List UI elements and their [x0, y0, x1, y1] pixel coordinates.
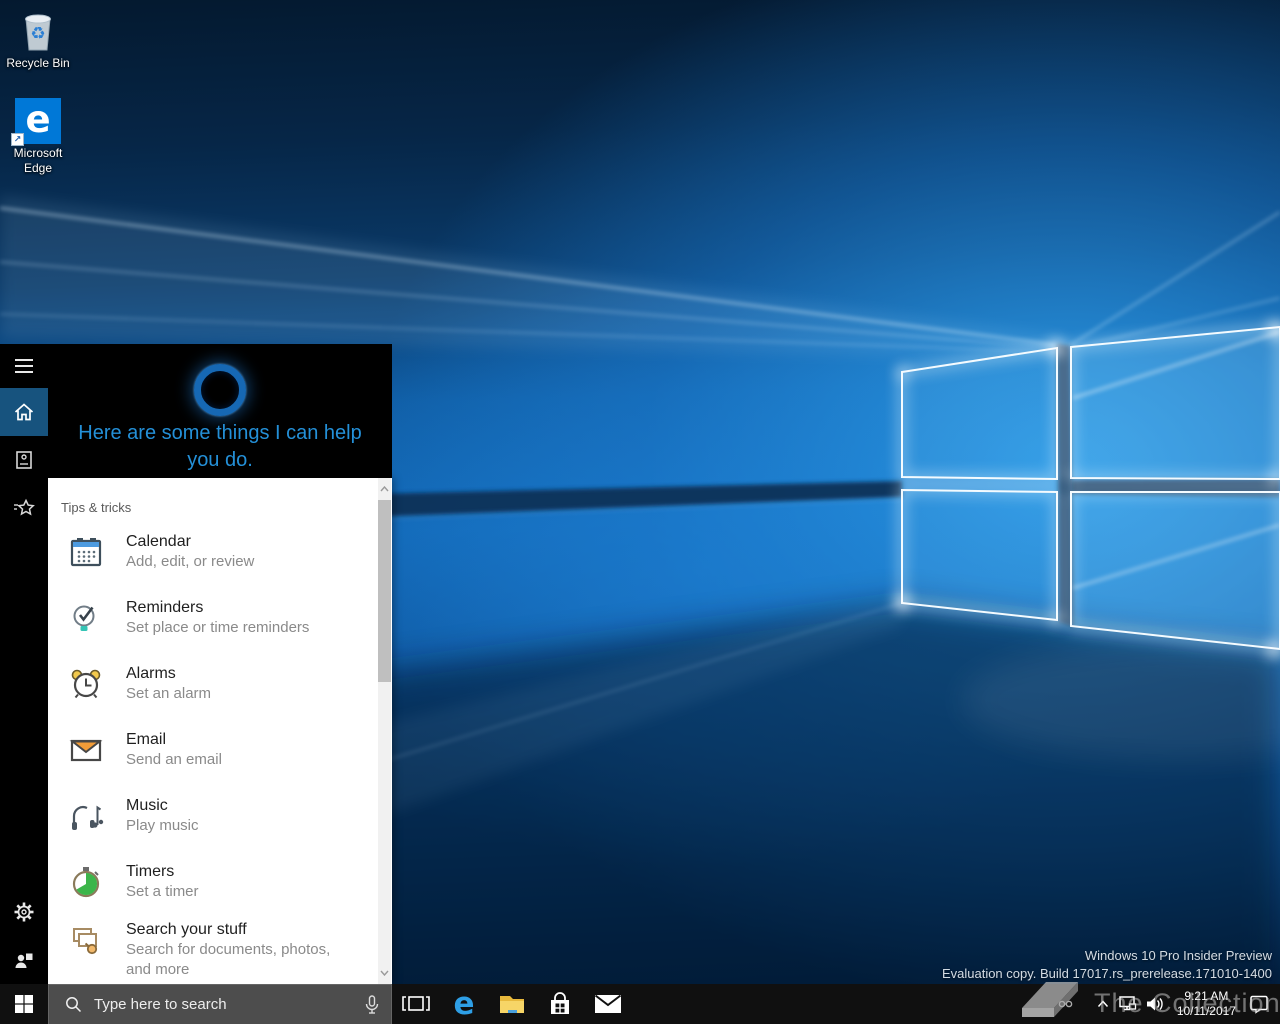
- recycle-bin-icon: ♻: [14, 6, 62, 54]
- shortcut-arrow-icon: ↗: [11, 133, 24, 146]
- list-item-timers[interactable]: Timers Set a timer: [48, 862, 378, 902]
- mail-icon: [594, 994, 622, 1014]
- calendar-icon: [68, 534, 104, 570]
- item-title: Search your stuff: [126, 920, 338, 940]
- list-item-reminders[interactable]: Reminders Set place or time reminders: [48, 598, 378, 638]
- action-center-button[interactable]: [1244, 984, 1274, 1024]
- chevron-up-icon: [380, 486, 389, 492]
- item-subtitle: Play music: [126, 816, 199, 836]
- desktop-icon-microsoft-edge[interactable]: e ↗ Microsoft Edge: [0, 98, 76, 176]
- sidebar-item-home[interactable]: [0, 388, 48, 436]
- feedback-person-icon: [12, 948, 36, 972]
- item-subtitle: Set place or time reminders: [126, 618, 309, 638]
- list-item-alarms[interactable]: Alarms Set an alarm: [48, 664, 378, 704]
- edge-icon: e ↗: [15, 98, 61, 144]
- item-subtitle: Set a timer: [126, 882, 199, 902]
- clock-time: 9:21 AM: [1177, 989, 1236, 1004]
- winver-line2: Evaluation copy. Build 17017.rs_prerelea…: [942, 965, 1272, 983]
- hamburger-menu-button[interactable]: [0, 344, 48, 388]
- item-title: Reminders: [126, 598, 309, 618]
- gear-icon: [12, 900, 36, 924]
- file-explorer-icon: [498, 992, 526, 1016]
- cortana-greeting: Here are some things I can help you do.: [48, 420, 392, 474]
- mail-button[interactable]: [584, 984, 632, 1024]
- search-stuff-icon: [68, 922, 104, 958]
- desktop-icon-recycle-bin[interactable]: ♻ Recycle Bin: [0, 6, 76, 71]
- chevron-up-icon: [1097, 1000, 1109, 1008]
- taskbar-search-box[interactable]: [48, 984, 392, 1024]
- clock[interactable]: 9:21 AM 10/11/2017: [1169, 989, 1244, 1019]
- sidebar-spacer: [0, 532, 48, 888]
- item-title: Music: [126, 796, 199, 816]
- file-explorer-button[interactable]: [488, 984, 536, 1024]
- item-subtitle: Set an alarm: [126, 684, 211, 704]
- edge-icon: e: [453, 989, 474, 1020]
- taskbar-edge-button[interactable]: e: [440, 984, 488, 1024]
- cortana-logo: [194, 364, 246, 416]
- scrollbar-thumb[interactable]: [378, 500, 391, 682]
- network-status-button[interactable]: [1113, 984, 1141, 1024]
- scrollbar[interactable]: [378, 478, 391, 984]
- item-subtitle: Add, edit, or review: [126, 552, 254, 572]
- store-button[interactable]: [536, 984, 584, 1024]
- music-icon: [68, 798, 104, 834]
- windows-logo-icon: [15, 995, 33, 1013]
- task-view-button[interactable]: [392, 984, 440, 1024]
- speaker-icon: [1145, 996, 1165, 1012]
- item-title: Timers: [126, 862, 199, 882]
- email-icon: [68, 732, 104, 768]
- sidebar-item-best[interactable]: [0, 484, 48, 532]
- home-icon: [12, 400, 36, 424]
- item-title: Email: [126, 730, 222, 750]
- volume-button[interactable]: [1141, 984, 1169, 1024]
- sidebar-item-settings[interactable]: [0, 888, 48, 936]
- scrollbar-down-arrow[interactable]: [378, 964, 391, 982]
- winver-line1: Windows 10 Pro Insider Preview: [942, 947, 1272, 965]
- item-subtitle: Search for documents, photos, and more: [126, 940, 338, 980]
- star-list-icon: [11, 496, 37, 520]
- item-subtitle: Send an email: [126, 750, 222, 770]
- hamburger-icon: [13, 358, 35, 374]
- reminders-icon: [68, 600, 104, 636]
- store-icon: [547, 991, 573, 1017]
- clock-date: 10/11/2017: [1177, 1004, 1236, 1019]
- timers-icon: [68, 864, 104, 900]
- windows-version-watermark: Windows 10 Pro Insider Preview Evaluatio…: [942, 947, 1272, 983]
- network-icon: [1117, 995, 1137, 1013]
- microphone-icon[interactable]: [365, 995, 379, 1015]
- cortana-suggestions-panel: Tips & tricks Calendar Add, edit, or rev…: [48, 478, 392, 984]
- show-hidden-icons-button[interactable]: [1093, 984, 1113, 1024]
- list-item-email[interactable]: Email Send an email: [48, 730, 378, 770]
- cortana-sidebar: [0, 344, 48, 984]
- taskbar-spacer: [632, 984, 1093, 1024]
- cortana-panel-header: Here are some things I can help you do.: [48, 344, 392, 478]
- desktop-icon-label: Recycle Bin: [0, 56, 76, 71]
- notebook-icon: [12, 448, 36, 472]
- item-title: Alarms: [126, 664, 211, 684]
- action-center-icon: [1248, 993, 1270, 1015]
- section-header: Tips & tricks: [61, 500, 131, 515]
- item-title: Calendar: [126, 532, 254, 552]
- svg-text:♻: ♻: [30, 24, 45, 44]
- task-view-icon: [401, 993, 431, 1015]
- search-input[interactable]: [94, 996, 353, 1013]
- chevron-down-icon: [380, 970, 389, 976]
- list-item-music[interactable]: Music Play music: [48, 796, 378, 836]
- list-item-calendar[interactable]: Calendar Add, edit, or review: [48, 532, 378, 572]
- search-icon: [65, 996, 82, 1013]
- taskbar: e: [0, 984, 1280, 1024]
- scrollbar-up-arrow[interactable]: [378, 480, 391, 498]
- sidebar-item-feedback[interactable]: [0, 936, 48, 984]
- list-item-search-your-stuff[interactable]: Search your stuff Search for documents, …: [48, 920, 378, 980]
- desktop-icon-label: Microsoft Edge: [0, 146, 76, 176]
- alarms-icon: [68, 666, 104, 702]
- system-tray: 9:21 AM 10/11/2017: [1093, 984, 1280, 1024]
- sidebar-item-notebook[interactable]: [0, 436, 48, 484]
- start-button[interactable]: [0, 984, 48, 1024]
